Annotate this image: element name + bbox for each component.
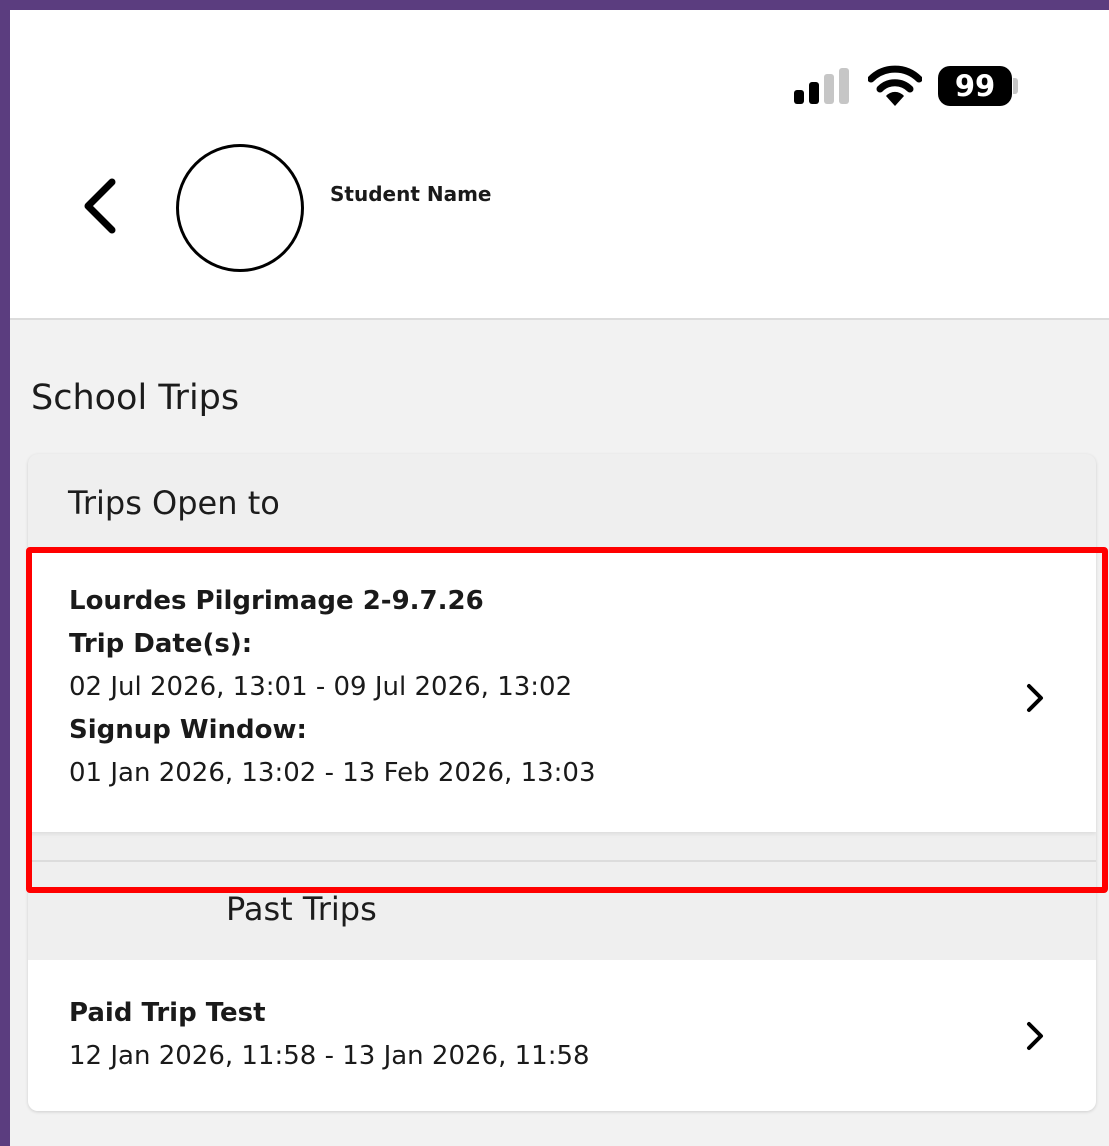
- page-title: School Trips: [31, 378, 240, 418]
- past-trips-heading: Past Trips: [226, 890, 377, 928]
- trip-dates-label: Trip Date(s):: [69, 629, 253, 659]
- trip-title: Lourdes Pilgrimage 2-9.7.26: [69, 586, 484, 616]
- past-trip-dates: 12 Jan 2026, 11:58 - 13 Jan 2026, 11:58: [69, 1041, 590, 1071]
- app-screen: 99 Student Name School Trips Trips Open …: [10, 10, 1109, 1146]
- signup-window-label: Signup Window:: [69, 715, 307, 745]
- open-trip-item[interactable]: Lourdes Pilgrimage 2-9.7.26 Trip Date(s)…: [28, 550, 1096, 832]
- signal-icon: [794, 68, 854, 104]
- chevron-right-icon: [1027, 684, 1043, 712]
- trip-dates-value: 02 Jul 2026, 13:01 - 09 Jul 2026, 13:02: [69, 672, 573, 702]
- avatar[interactable]: [176, 144, 304, 272]
- header-bar: 99 Student Name: [10, 10, 1109, 320]
- section-divider: [28, 860, 1096, 862]
- open-trips-heading: Trips Open to: [68, 484, 280, 522]
- battery-tip: [1013, 78, 1018, 94]
- wifi-icon: [868, 65, 922, 106]
- trips-card: Trips Open to Lourdes Pilgrimage 2-9.7.2…: [28, 454, 1096, 1111]
- battery-level: 99: [954, 69, 996, 103]
- past-trip-title: Paid Trip Test: [69, 998, 266, 1028]
- chevron-right-icon: [1027, 1022, 1043, 1050]
- back-chevron-icon[interactable]: [80, 178, 120, 234]
- past-trip-item[interactable]: Paid Trip Test 12 Jan 2026, 11:58 - 13 J…: [28, 960, 1096, 1111]
- battery-icon: 99: [938, 66, 1012, 106]
- student-name: Student Name: [330, 182, 492, 206]
- signup-window-value: 01 Jan 2026, 13:02 - 13 Feb 2026, 13:03: [69, 758, 596, 788]
